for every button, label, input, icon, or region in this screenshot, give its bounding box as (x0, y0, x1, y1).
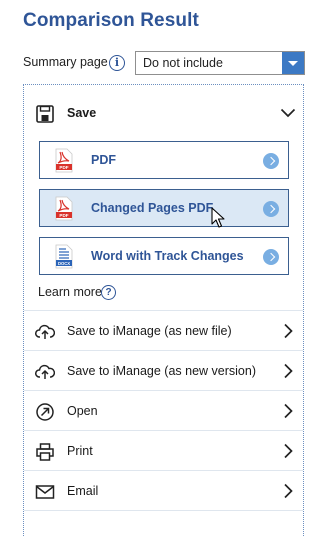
open-row[interactable]: Open (24, 391, 303, 431)
chevron-right-icon (284, 323, 293, 339)
chevron-right-icon (284, 483, 293, 499)
envelope-icon (35, 485, 55, 499)
pdf-file-icon: PDF (55, 196, 73, 221)
dropdown-arrow-icon[interactable] (282, 52, 304, 74)
changed-pages-pdf-option-label: Changed Pages PDF (91, 201, 214, 215)
print-row[interactable]: Print (24, 431, 303, 471)
learn-more-link[interactable]: Learn more (38, 285, 102, 299)
pdf-option-label: PDF (91, 153, 116, 167)
save-to-imanage-new-file-label: Save to iManage (as new file) (67, 324, 232, 338)
page-title: Comparison Result (23, 10, 199, 31)
go-arrow-icon (263, 201, 279, 217)
summary-page-row: Summary page i Do not include (23, 51, 305, 75)
svg-text:PDF: PDF (59, 213, 68, 218)
word-track-changes-option-label: Word with Track Changes (91, 249, 244, 263)
email-label: Email (67, 484, 99, 498)
mouse-cursor-icon (211, 207, 225, 228)
summary-page-select[interactable]: Do not include (135, 51, 305, 75)
result-panel: Save PDF PDF PDF Changed Pages PDF DOCX … (23, 84, 304, 536)
svg-text:PDF: PDF (59, 165, 68, 170)
save-as-pdf-button[interactable]: PDF PDF (39, 141, 289, 179)
save-to-imanage-new-file-row[interactable]: Save to iManage (as new file) (24, 311, 303, 351)
go-arrow-icon (263, 249, 279, 265)
save-icon (36, 105, 54, 123)
print-label: Print (67, 444, 93, 458)
save-as-word-track-changes-button[interactable]: DOCX Word with Track Changes (39, 237, 289, 275)
open-arrow-icon (36, 403, 54, 421)
summary-page-label: Summary page (23, 55, 108, 69)
info-icon[interactable]: i (109, 55, 125, 71)
chevron-down-icon[interactable] (280, 107, 296, 119)
save-to-imanage-new-version-row[interactable]: Save to iManage (as new version) (24, 351, 303, 391)
summary-page-selected-value: Do not include (143, 56, 223, 70)
save-section-header[interactable]: Save (24, 93, 303, 133)
docx-file-icon: DOCX (55, 244, 73, 269)
email-row[interactable]: Email (24, 471, 303, 511)
chevron-right-icon (284, 443, 293, 459)
chevron-right-icon (284, 403, 293, 419)
go-arrow-icon (263, 153, 279, 169)
save-as-changed-pages-pdf-button[interactable]: PDF Changed Pages PDF (39, 189, 289, 227)
cloud-upload-icon (35, 364, 55, 379)
cloud-upload-icon (35, 324, 55, 339)
pdf-file-icon: PDF (55, 148, 73, 173)
printer-icon (36, 443, 54, 461)
chevron-right-icon (284, 363, 293, 379)
svg-text:DOCX: DOCX (58, 261, 70, 266)
help-icon[interactable]: ? (101, 285, 116, 300)
open-label: Open (67, 404, 98, 418)
save-to-imanage-new-version-label: Save to iManage (as new version) (67, 364, 256, 378)
save-label: Save (67, 106, 97, 120)
